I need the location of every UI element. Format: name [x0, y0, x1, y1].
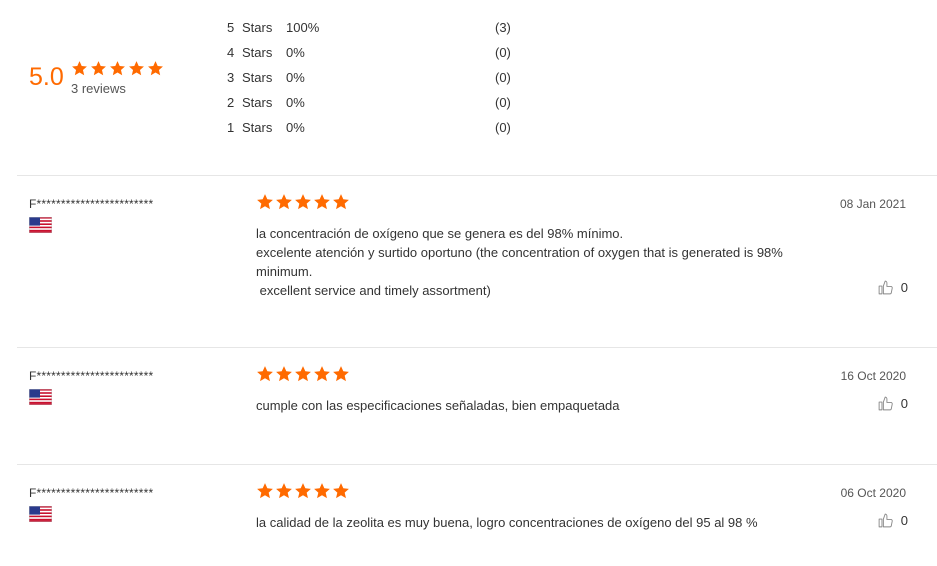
- star-icon: [256, 365, 274, 383]
- review-rating-stars: [256, 365, 351, 383]
- rating-level: 4: [227, 45, 235, 60]
- helpful-count: 0: [900, 513, 908, 529]
- star-icon: [313, 365, 331, 383]
- star-icon: [332, 482, 350, 500]
- star-icon: [294, 482, 312, 500]
- divider: [17, 175, 937, 176]
- us-flag-icon: [29, 389, 52, 405]
- rating-count: (0): [495, 95, 511, 110]
- rating-percent: 0%: [286, 70, 305, 85]
- rating-level-label: Stars: [242, 95, 273, 110]
- star-icon: [147, 60, 164, 77]
- review-date: 16 Oct 2020: [840, 369, 906, 383]
- review-text: la calidad de la zeolita es muy buena, l…: [256, 513, 836, 532]
- review-text-line: excelente atención y surtido oportuno (t…: [256, 245, 783, 260]
- rating-percent: 0%: [286, 95, 305, 110]
- reviewer-name: F************************: [29, 369, 154, 383]
- star-icon: [332, 365, 350, 383]
- us-flag-icon: [29, 217, 52, 233]
- review-text-line: la concentración de oxígeno que se gener…: [256, 226, 624, 241]
- review-date: 06 Oct 2020: [840, 486, 906, 500]
- star-icon: [332, 193, 350, 211]
- thumbs-up-icon: [877, 279, 894, 296]
- thumbs-up-icon: [877, 395, 894, 412]
- star-icon: [275, 365, 293, 383]
- average-rating-stars: [71, 60, 166, 78]
- divider: [17, 464, 937, 465]
- star-icon: [128, 60, 145, 77]
- star-icon: [313, 193, 331, 211]
- helpful-button[interactable]: 0: [877, 512, 908, 530]
- helpful-count: 0: [900, 396, 908, 412]
- us-flag-icon: [29, 506, 52, 522]
- helpful-button[interactable]: 0: [877, 279, 908, 297]
- reviews-page: 5.0 3 reviews 5 Stars 100% (3) 4 Stars 0…: [0, 0, 937, 566]
- star-icon: [294, 365, 312, 383]
- average-rating-value: 5.0: [29, 63, 64, 91]
- star-icon: [109, 60, 126, 77]
- review-text-line: cumple con las especificaciones señalada…: [256, 398, 620, 413]
- rating-percent: 0%: [286, 120, 305, 135]
- reviewer-name: F************************: [29, 486, 154, 500]
- reviewer-name: F************************: [29, 197, 154, 211]
- review-date: 08 Jan 2021: [839, 197, 906, 211]
- review-text: cumple con las especificaciones señalada…: [256, 396, 836, 415]
- star-icon: [256, 482, 274, 500]
- star-icon: [275, 482, 293, 500]
- rating-level: 5: [227, 20, 235, 35]
- review-text: la concentración de oxígeno que se gener…: [256, 224, 836, 300]
- rating-level-label: Stars: [242, 70, 273, 85]
- thumbs-up-icon: [877, 512, 894, 529]
- helpful-button[interactable]: 0: [877, 395, 908, 413]
- rating-count: (0): [495, 120, 511, 135]
- rating-count: (0): [495, 45, 511, 60]
- rating-count: (0): [495, 70, 511, 85]
- reviews-count: 3 reviews: [71, 81, 126, 96]
- star-icon: [275, 193, 293, 211]
- rating-percent: 100%: [286, 20, 320, 35]
- rating-level-label: Stars: [242, 20, 273, 35]
- rating-level: 3: [227, 70, 235, 85]
- star-icon: [313, 482, 331, 500]
- star-icon: [294, 193, 312, 211]
- star-icon: [90, 60, 107, 77]
- rating-percent: 0%: [286, 45, 305, 60]
- helpful-count: 0: [900, 280, 908, 296]
- rating-level: 1: [227, 120, 235, 135]
- rating-level: 2: [227, 95, 235, 110]
- review-text-line: excellent service and timely assortment): [256, 283, 491, 298]
- star-icon: [71, 60, 88, 77]
- rating-count: (3): [495, 20, 511, 35]
- review-item: F************************ la concentraci…: [0, 194, 937, 347]
- star-icon: [256, 193, 274, 211]
- review-text-line: minimum.: [256, 264, 313, 279]
- review-rating-stars: [256, 193, 351, 211]
- review-item: F************************ cumple con las…: [0, 366, 937, 464]
- divider: [17, 347, 937, 348]
- review-item: F************************ la calidad de …: [0, 483, 937, 566]
- rating-level-label: Stars: [242, 45, 273, 60]
- rating-summary: 5.0 3 reviews 5 Stars 100% (3) 4 Stars 0…: [0, 0, 937, 176]
- review-rating-stars: [256, 482, 351, 500]
- review-text-line: la calidad de la zeolita es muy buena, l…: [256, 515, 758, 530]
- rating-level-label: Stars: [242, 120, 273, 135]
